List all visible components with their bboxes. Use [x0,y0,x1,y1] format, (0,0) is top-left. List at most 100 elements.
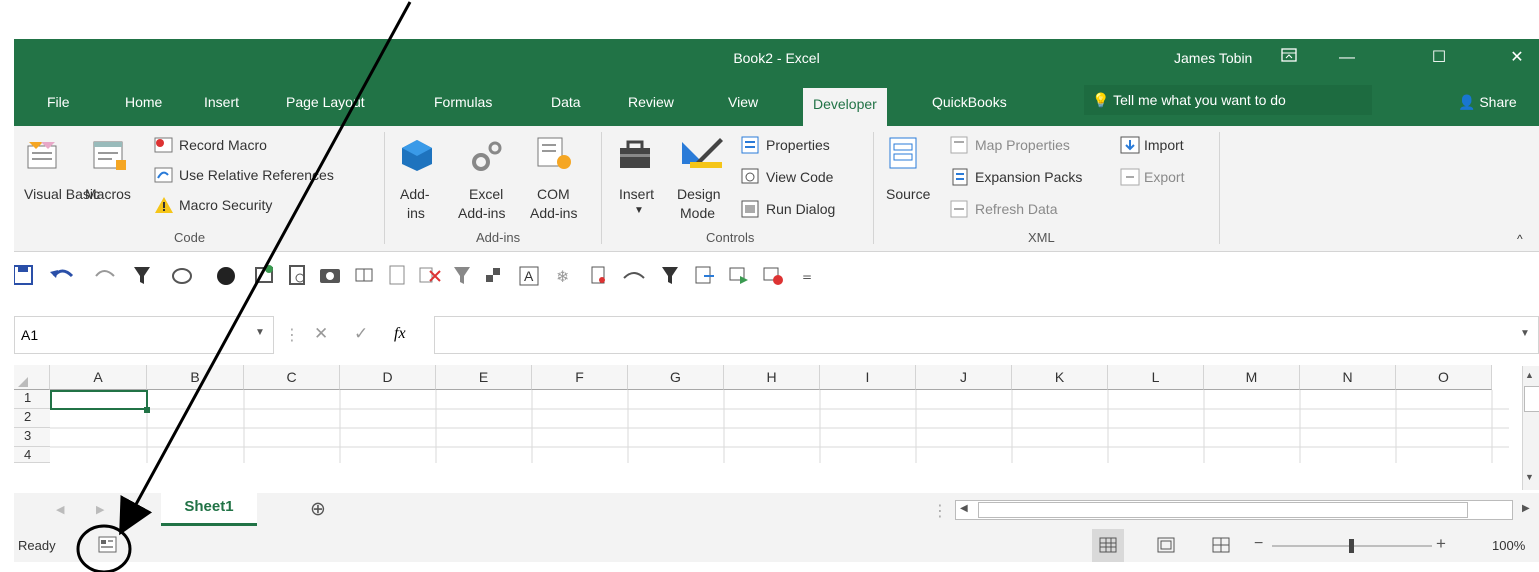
scroll-up-icon[interactable]: ▲ [1525,370,1534,380]
tab-formulas[interactable]: Formulas [434,79,492,126]
piggy-bank-icon[interactable] [172,268,192,284]
checkerboard-icon[interactable] [486,268,500,282]
scroll-left-icon[interactable]: ◀ [960,503,968,514]
scroll-down-icon[interactable]: ▼ [1525,472,1534,482]
insert-function-icon[interactable]: fx [394,325,406,343]
name-box-value: A1 [21,327,39,343]
collapse-ribbon-icon[interactable]: ^ [1517,232,1523,246]
tab-view[interactable]: View [728,79,758,126]
import-label: Import [1144,137,1184,153]
addins-label-2: ins [407,205,425,221]
fill-handle[interactable] [144,407,150,413]
number-badge-icon[interactable] [217,267,235,285]
zoom-slider[interactable] [1272,535,1432,557]
name-box-dropdown-icon[interactable]: ▼ [255,327,265,338]
ribbon-tabs: File Home Insert Page Layout Formulas Da… [14,79,1539,126]
text-box-icon[interactable]: A [519,266,539,286]
tab-data[interactable]: Data [551,79,581,126]
group-code-label: Code [174,230,206,245]
horizontal-scrollbar[interactable]: ◀ [955,500,1513,520]
camera-icon[interactable] [320,269,340,283]
name-box[interactable]: A1 ▼ [14,316,274,354]
minimize-icon[interactable]: — [1332,45,1362,71]
group-separator [601,132,602,244]
design-mode-label-1: Design [677,186,721,202]
tab-quickbooks[interactable]: QuickBooks [932,79,1007,126]
map-properties-label: Map Properties [975,137,1070,153]
view-code-icon [741,168,759,184]
page-number-icon[interactable] [389,265,405,285]
save-icon[interactable] [13,265,33,285]
lightbulb-icon: 💡 [1092,92,1110,108]
print-preview-icon[interactable] [289,265,305,285]
undo-icon[interactable] [50,269,74,278]
addins-label-1: Add- [400,186,430,202]
horizontal-scroll-thumb[interactable] [978,502,1468,518]
filter-icon[interactable] [134,267,150,284]
filter-icon-2[interactable] [662,267,678,284]
zoom-slider-thumb[interactable] [1349,539,1354,553]
inspect-icon[interactable] [591,266,605,284]
macro-recording-icon[interactable] [98,536,118,554]
settings-icon[interactable] [255,265,273,283]
tab-page-layout[interactable]: Page Layout [286,79,365,126]
vertical-scrollbar[interactable]: ▲ ▼ [1522,366,1539,490]
form-icon[interactable] [695,266,714,284]
page-break-preview-icon[interactable] [1212,537,1230,553]
scroll-right-icon[interactable]: ▶ [1522,503,1530,514]
scroll-sheets-right-icon[interactable]: ▶ [96,503,104,516]
maximize-icon[interactable]: ☐ [1424,45,1454,71]
zoom-out-icon[interactable]: − [1254,535,1263,553]
macros-icon [93,141,126,170]
tab-file[interactable]: File [47,79,70,126]
zoom-in-icon[interactable]: + [1436,534,1446,554]
group-separator [384,132,385,244]
worksheet-grid: A B C D E F G H I J K L M N O 1 2 3 4 ▲ … [14,365,1539,493]
enter-icon[interactable]: ✓ [354,324,368,344]
macro-security-label: Macro Security [179,197,273,213]
share-button[interactable]: 👤 Share [1458,79,1517,126]
tab-split-grip[interactable]: ⋮ [932,501,948,521]
com-addins-icon [537,137,571,169]
sheet-tab-sheet1[interactable]: Sheet1 [161,491,257,526]
gear-icon [472,141,502,171]
ribbon-display-icon[interactable] [1274,45,1304,71]
cell-gridlines [18,377,1509,463]
use-relative-references-label: Use Relative References [179,167,334,183]
share-label: Share [1479,94,1517,110]
scroll-sheets-left-icon[interactable]: ◀ [56,503,64,516]
status-ready: Ready [18,538,56,553]
grid-icon[interactable] [355,268,373,282]
cancel-icon[interactable]: ✕ [314,324,328,344]
expansion-packs-label: Expansion Packs [975,169,1083,185]
clear-filter-icon[interactable] [454,267,470,284]
formula-input[interactable] [434,316,1539,354]
warning-icon [155,197,173,213]
user-name[interactable]: James Tobin [1174,50,1252,66]
addins-icon [402,140,432,171]
snowflake-icon[interactable]: ❄ [556,267,569,286]
page-layout-view-icon[interactable] [1157,537,1175,553]
tab-review[interactable]: Review [628,79,674,126]
tab-insert[interactable]: Insert [204,79,239,126]
comment-delete-icon[interactable] [763,267,783,285]
tab-developer[interactable]: Developer [803,88,887,126]
zoom-level[interactable]: 100% [1492,538,1525,553]
group-separator [873,132,874,244]
tab-home[interactable]: Home [125,79,162,126]
customize-qat-icon[interactable]: = [802,270,812,284]
normal-view-icon [1099,537,1117,553]
close-icon[interactable]: ✕ [1502,45,1532,71]
person-icon: 👤 [1458,94,1480,110]
comment-forward-icon[interactable] [729,267,748,284]
redo-icon[interactable] [95,270,115,277]
expand-formula-bar-icon[interactable]: ▼ [1520,328,1530,339]
map-properties-icon [950,136,968,154]
new-sheet-icon[interactable]: ⊕ [310,498,326,521]
tell-me-box[interactable]: 💡 Tell me what you want to do [1084,85,1372,115]
delete-rows-icon[interactable] [419,267,441,283]
title-bar: Book2 - Excel James Tobin — ☐ ✕ [14,39,1539,79]
eye-icon[interactable] [623,272,645,279]
vertical-scroll-thumb[interactable] [1524,386,1539,412]
active-cell-a1[interactable] [50,390,148,410]
